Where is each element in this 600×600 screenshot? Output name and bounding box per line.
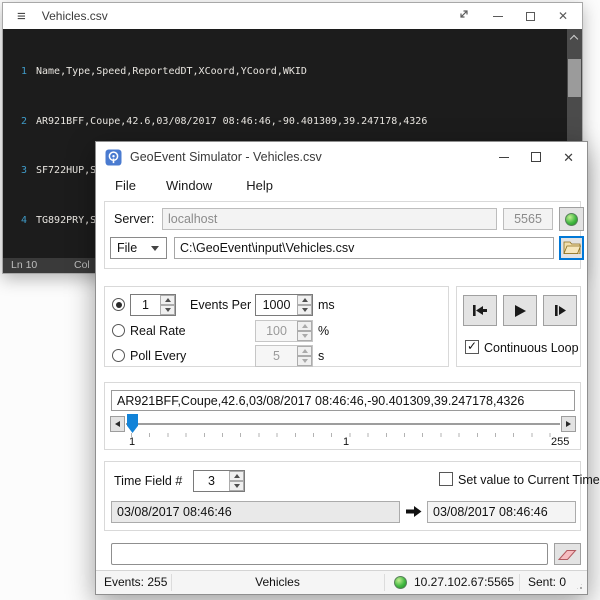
resize-grip[interactable] [575,582,584,591]
time-from-field[interactable]: 03/08/2017 08:46:46 [111,501,400,523]
menu-window[interactable]: Window [157,174,221,197]
connect-button[interactable] [559,207,584,231]
progress-bar [111,543,548,565]
server-port-input[interactable]: 5565 [503,208,553,230]
endpoint-address: 10.27.102.67:5565 [414,575,514,589]
scrollbar-thumb[interactable] [568,59,581,97]
server-host-input[interactable]: localhost [162,208,497,230]
poll-every-label: Poll Every [130,349,186,363]
continuous-loop-label: Continuous Loop [484,341,579,355]
skip-to-start-icon [472,304,488,317]
browse-file-button[interactable] [559,236,584,260]
spin-up-button[interactable] [297,295,312,305]
set-current-time-checkbox[interactable] [439,472,453,486]
spin-down-button[interactable] [160,305,175,315]
editor-title: Vehicles.csv [42,9,108,23]
time-group: Time Field # 3 Set value to Current Time… [104,461,581,531]
real-rate-label: Real Rate [130,324,186,338]
line-indicator: Ln 10 [11,259,37,271]
close-icon[interactable]: ✕ [563,151,574,164]
code-line: 2AR921BFF,Coupe,42.6,03/08/2017 08:46:46… [3,114,567,131]
current-event-field[interactable]: AR921BFF,Coupe,42.6,03/08/2017 08:46:46,… [111,390,575,411]
fullscreen-icon[interactable] [458,7,470,25]
arrow-right-icon [406,505,422,521]
seconds-unit-label: s [318,349,324,363]
feed-name: Vehicles [171,575,384,589]
geoevent-simulator-window: GeoEvent Simulator - Vehicles.csv ✕ File… [95,141,588,595]
events-per-radio[interactable] [112,298,125,311]
simulator-titlebar[interactable]: GeoEvent Simulator - Vehicles.csv ✕ [96,142,587,172]
time-to-field[interactable]: 03/08/2017 08:46:46 [427,501,576,523]
server-label: Server: [114,212,154,226]
real-rate-spinner: 100 [255,320,313,342]
maximize-icon[interactable] [526,12,535,21]
source-type-dropdown[interactable]: File [110,237,167,259]
slider-max-label: 255 [551,436,569,448]
continuous-loop-checkbox[interactable]: ✓ [465,340,479,354]
spin-up-button[interactable] [160,295,175,305]
events-count-spinner[interactable]: 1 [130,294,176,316]
eraser-icon [557,547,578,561]
interval-spinner[interactable]: 1000 [255,294,313,316]
source-type-value: File [111,241,151,255]
poll-spinner: 5 [255,345,313,367]
right-arrow-icon [566,421,571,427]
step-forward-icon [553,304,568,317]
slider-track[interactable] [126,423,560,425]
step-back-button[interactable] [463,295,497,326]
slider-min-label: 1 [129,436,135,448]
menu-help[interactable]: Help [237,174,282,197]
rate-group: 1 Events Per 1000 ms Real Rate 100 % Pol… [104,286,449,367]
close-icon[interactable]: ✕ [558,10,568,22]
check-icon: ✓ [467,340,477,352]
event-slider-group: AR921BFF,Coupe,42.6,03/08/2017 08:46:46,… [104,382,581,450]
events-count: Events: 255 [104,575,167,589]
connection-group: Server: localhost 5565 File C:\GeoEvent\… [104,201,581,269]
events-per-label: Events Per [190,298,251,312]
slider-left-button[interactable] [110,416,125,432]
spin-down-button[interactable] [297,305,312,315]
file-path-input[interactable]: C:\GeoEvent\input\Vehicles.csv [174,237,554,259]
slider-right-button[interactable] [561,416,576,432]
simulator-statusbar: Events: 255 Vehicles 10.27.102.67:5565 S… [96,570,587,594]
time-field-label: Time Field # [114,474,182,488]
hamburger-menu-icon[interactable]: ≡ [17,9,26,24]
slider-mid-label: 1 [343,436,349,448]
connection-led-icon [394,576,407,589]
time-field-spinner[interactable]: 3 [193,470,245,492]
column-indicator: Col [74,259,90,271]
playback-group: ✓ Continuous Loop [456,286,581,367]
window-title: GeoEvent Simulator - Vehicles.csv [130,150,322,164]
ms-unit-label: ms [318,298,335,312]
slider-thumb[interactable] [127,414,138,433]
set-current-time-label: Set value to Current Time [458,473,600,487]
scroll-up-icon[interactable] [570,35,578,43]
editor-titlebar[interactable]: ≡ Vehicles.csv ✕ [3,3,582,29]
play-button[interactable] [503,295,537,326]
sent-count: Sent: 0 [528,575,566,589]
maximize-icon[interactable] [531,152,541,162]
clear-button[interactable] [554,543,581,565]
play-icon [513,304,527,318]
chevron-down-icon [151,246,159,251]
menu-file[interactable]: File [106,174,145,197]
open-folder-icon [563,240,581,257]
code-line: 1Name,Type,Speed,ReportedDT,XCoord,YCoor… [3,64,567,81]
menubar: File Window Help [96,172,587,198]
geoevent-app-icon [105,149,122,166]
step-forward-button[interactable] [543,295,577,326]
spin-up-button[interactable] [229,471,244,481]
connect-led-icon [565,213,578,226]
poll-every-radio[interactable] [112,349,125,362]
real-rate-radio[interactable] [112,324,125,337]
left-arrow-icon [115,421,120,427]
minimize-icon[interactable] [493,16,503,17]
spin-down-button[interactable] [229,481,244,491]
percent-unit-label: % [318,324,329,338]
minimize-icon[interactable] [499,157,509,158]
